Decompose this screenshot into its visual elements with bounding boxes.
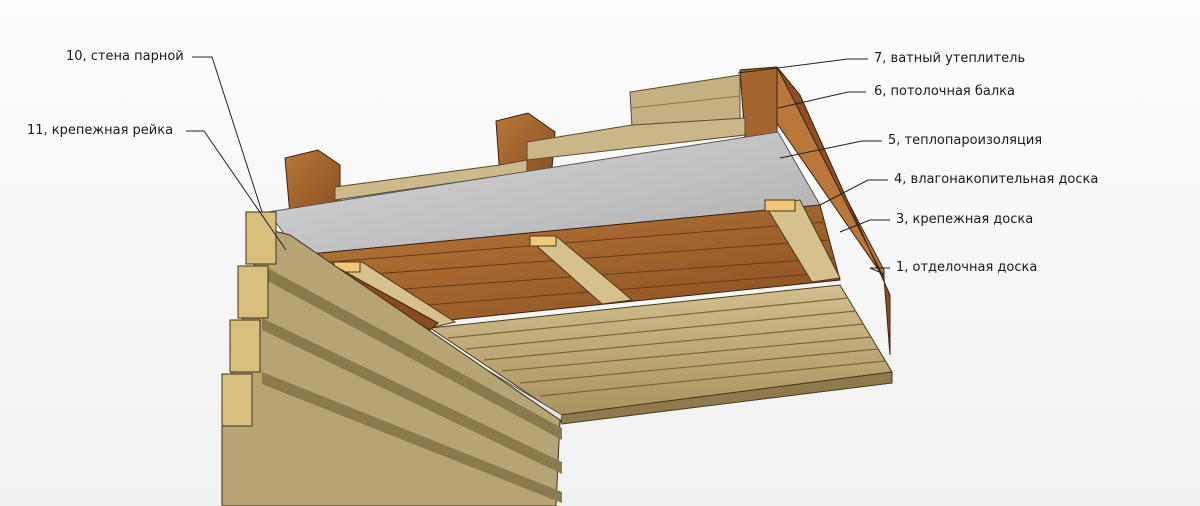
wall-log-end-3 [229, 319, 261, 373]
label-vapor: 5, теплопароизоляция [888, 133, 1043, 148]
label-finish-board: 1, отделочная доска [896, 260, 1038, 275]
leader-wall [192, 56, 263, 213]
diagram-canvas: 10, стена парной 11, крепежная рейка 7, … [0, 0, 1200, 506]
mount-board-end-2 [529, 235, 557, 247]
wall-log-end-4 [221, 373, 253, 427]
ceiling-construction-diagram [186, 56, 893, 506]
wall-log-end-2 [237, 265, 269, 319]
label-beam: 6, потолочная балка [874, 84, 1015, 99]
beam-front-face [739, 66, 778, 141]
label-rail: 11, крепежная рейка [27, 123, 174, 138]
label-insulation: 7, ватный утеплитель [874, 51, 1026, 66]
leader-insulation [737, 58, 868, 74]
label-wall: 10, стена парной [66, 49, 184, 64]
wall-log-end-1 [245, 211, 277, 265]
label-mount-board: 3, крепежная доска [896, 212, 1034, 227]
label-moisture-board: 4, влагонакопительная доска [894, 172, 1099, 187]
mount-board-end-3 [764, 199, 796, 212]
